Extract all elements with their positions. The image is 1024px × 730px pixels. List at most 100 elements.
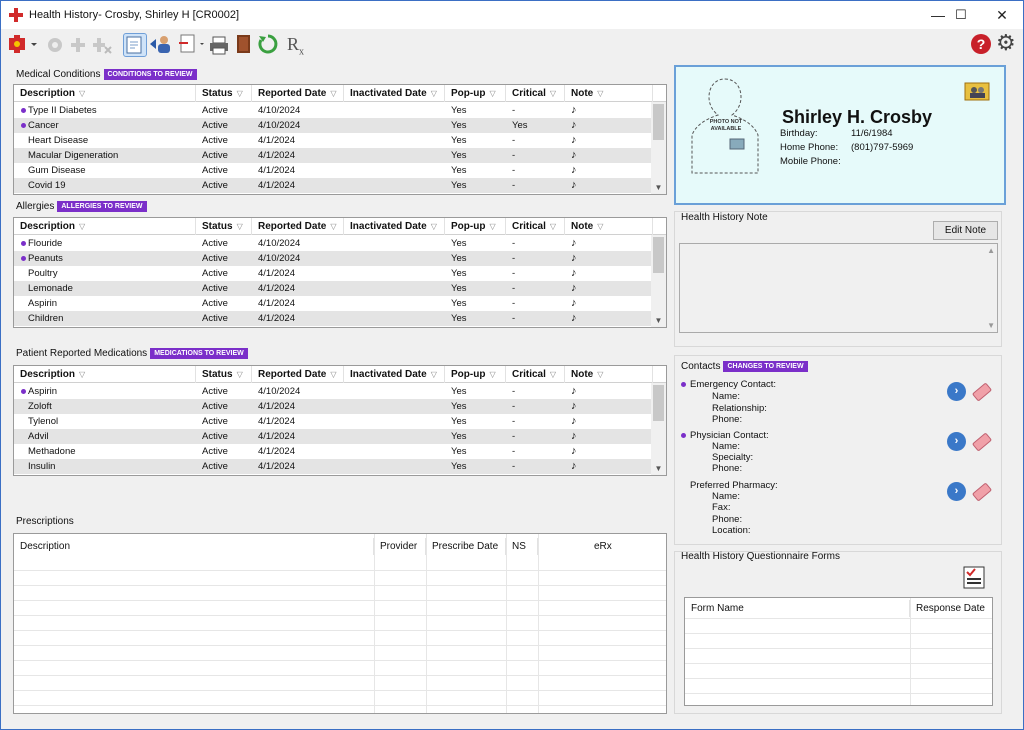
note-icon[interactable]: ♪ [565,178,653,193]
sort-chevron-icon[interactable]: ▽ [330,370,336,379]
prescriptions-grid[interactable]: Description Provider Prescribe Date NS e… [13,533,667,714]
allergies-col-description[interactable]: Description ▽ [14,218,196,235]
conditions-col-critical[interactable]: Critical ▽ [506,85,565,102]
note-icon[interactable]: ♪ [565,429,653,444]
medications-col-reported[interactable]: Reported Date ▽ [252,366,344,383]
add-health-item-icon[interactable] [7,33,37,55]
scroll-down-icon[interactable]: ▼ [651,315,666,327]
conditions-col-status[interactable]: Status ▽ [196,85,252,102]
table-row[interactable]: Tylenol Active 4/1/2024 Yes - ♪ [14,414,652,429]
scroll-down-icon[interactable]: ▼ [651,463,666,475]
medications-to-review-badge[interactable]: MEDICATIONS TO REVIEW [150,348,248,359]
sort-chevron-icon[interactable]: ▽ [550,222,556,231]
medications-col-note[interactable]: Note ▽ [565,366,653,383]
allergies-to-review-badge[interactable]: ALLERGIES TO REVIEW [57,201,147,212]
vertical-scrollbar[interactable]: ▲▼ [651,235,666,327]
conditions-col-inactivated[interactable]: Inactivated Date ▽ [344,85,445,102]
questionnaire-checklist-icon[interactable] [961,564,987,590]
table-row[interactable]: Aspirin Active 4/10/2024 Yes - ♪ [14,384,652,399]
edit-note-button[interactable]: Edit Note [933,221,998,240]
table-row[interactable]: Zoloft Active 4/1/2024 Yes - ♪ [14,399,652,414]
patient-arrow-icon[interactable] [149,33,173,55]
note-icon[interactable]: ♪ [565,399,653,414]
prescriptions-col-provider[interactable]: Provider [374,538,426,555]
note-icon[interactable]: ♪ [565,103,653,118]
table-row[interactable]: Children Active 4/1/2024 Yes - ♪ [14,311,652,326]
book-icon[interactable] [234,33,254,55]
note-icon[interactable]: ♪ [565,414,653,429]
review-button[interactable] [123,33,147,57]
conditions-col-note[interactable]: Note ▽ [565,85,653,102]
note-scroll-up-icon[interactable]: ▲ [987,246,995,255]
note-icon[interactable]: ♪ [565,459,653,474]
conditions-col-description[interactable]: Description ▽ [14,85,196,102]
note-icon[interactable]: ♪ [565,296,653,311]
note-icon[interactable]: ♪ [565,236,653,251]
table-row[interactable]: Lemonade Active 4/1/2024 Yes - ♪ [14,281,652,296]
medications-col-description[interactable]: Description ▽ [14,366,196,383]
maximize-button[interactable]: ☐ [938,1,984,29]
sort-chevron-icon[interactable]: ▽ [597,222,603,231]
note-icon[interactable]: ♪ [565,266,653,281]
family-folder-icon[interactable] [964,79,990,101]
allergies-col-status[interactable]: Status ▽ [196,218,252,235]
allergies-col-popup[interactable]: Pop-up ▽ [445,218,506,235]
scroll-thumb[interactable] [653,104,664,140]
medications-col-inactivated[interactable]: Inactivated Date ▽ [344,366,445,383]
changes-to-review-badge[interactable]: CHANGES TO REVIEW [723,361,808,372]
sort-chevron-icon[interactable]: ▽ [79,370,85,379]
table-row[interactable]: Heart Disease Active 4/1/2024 Yes - ♪ [14,133,652,148]
table-row[interactable]: Covid 19 Active 4/1/2024 Yes - ♪ [14,178,652,193]
table-row[interactable]: Cancer Active 4/10/2024 Yes Yes ♪ [14,118,652,133]
sort-chevron-icon[interactable]: ▽ [330,222,336,231]
physician-open-arrow-icon[interactable]: › [947,432,966,451]
note-icon[interactable]: ♪ [565,163,653,178]
note-icon[interactable]: ♪ [565,118,653,133]
questionnaire-grid[interactable]: Form Name Response Date [684,597,993,706]
sort-chevron-icon[interactable]: ▽ [597,89,603,98]
conditions-col-popup[interactable]: Pop-up ▽ [445,85,506,102]
sort-chevron-icon[interactable]: ▽ [489,89,495,98]
allergies-grid[interactable]: Description ▽ Status ▽ Reported Date ▽ Inactiv… [13,217,667,328]
sort-chevron-icon[interactable]: ▽ [79,89,85,98]
note-icon[interactable]: ♪ [565,251,653,266]
scroll-down-icon[interactable]: ▼ [651,182,666,194]
prescriptions-col-description[interactable]: Description [14,538,374,555]
vertical-scrollbar[interactable]: ▲▼ [651,383,666,475]
note-icon[interactable]: ♪ [565,311,653,326]
note-icon[interactable]: ♪ [565,148,653,163]
table-row[interactable]: Methadone Active 4/1/2024 Yes - ♪ [14,444,652,459]
sort-chevron-icon[interactable]: ▽ [79,222,85,231]
refresh-icon[interactable] [257,33,279,55]
sort-chevron-icon[interactable]: ▽ [431,370,437,379]
sort-chevron-icon[interactable]: ▽ [431,222,437,231]
table-row[interactable]: Advil Active 4/1/2024 Yes - ♪ [14,429,652,444]
emergency-open-arrow-icon[interactable]: › [947,382,966,401]
sort-chevron-icon[interactable]: ▽ [431,89,437,98]
pharmacy-open-arrow-icon[interactable]: › [947,482,966,501]
allergies-col-note[interactable]: Note ▽ [565,218,653,235]
note-icon[interactable]: ♪ [565,133,653,148]
help-icon[interactable]: ? [971,34,991,54]
table-row[interactable]: Insulin Active 4/1/2024 Yes - ♪ [14,459,652,474]
note-icon[interactable]: ♪ [565,384,653,399]
allergies-col-reported[interactable]: Reported Date ▽ [252,218,344,235]
rx-button[interactable]: Rx [287,34,304,58]
vertical-scrollbar[interactable]: ▲▼ [651,102,666,194]
printer-icon[interactable] [208,34,230,56]
note-scroll-down-icon[interactable]: ▼ [987,321,995,330]
sort-chevron-icon[interactable]: ▽ [237,89,243,98]
sort-chevron-icon[interactable]: ▽ [237,222,243,231]
sort-chevron-icon[interactable]: ▽ [550,370,556,379]
conditions-to-review-badge[interactable]: CONDITIONS TO REVIEW [103,69,197,80]
allergies-col-inactivated[interactable]: Inactivated Date ▽ [344,218,445,235]
questionnaire-col-form-name[interactable]: Form Name [685,600,910,617]
gear-icon[interactable]: ⚙ [996,32,1016,54]
medical-conditions-grid[interactable]: Description ▽ Status ▽ Reported Date ▽ Inactiv… [13,84,667,195]
medications-col-status[interactable]: Status ▽ [196,366,252,383]
sort-chevron-icon[interactable]: ▽ [330,89,336,98]
table-row[interactable]: Macular Digeneration Active 4/1/2024 Yes - ♪ [14,148,652,163]
prescriptions-col-erx[interactable]: eRx [538,538,666,555]
table-row[interactable]: Gum Disease Active 4/1/2024 Yes - ♪ [14,163,652,178]
sort-chevron-icon[interactable]: ▽ [489,222,495,231]
